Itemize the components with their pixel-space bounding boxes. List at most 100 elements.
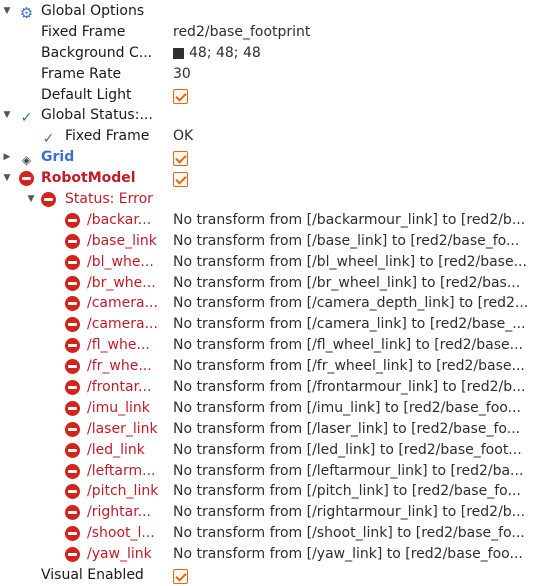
link-name: /shoot_l...: [87, 525, 155, 542]
error-icon: [65, 233, 80, 249]
link-status-row[interactable]: /fl_whe... No transform from [/fl_wheel_l…: [0, 335, 559, 356]
global-options-row[interactable]: ▼ ⚙ Global Options: [0, 1, 559, 22]
link-name: /led_link: [87, 441, 145, 458]
link-error-message: No transform from [/br_wheel_link] to [r…: [173, 274, 521, 291]
link-name: /backar...: [87, 211, 152, 228]
status-fixed-frame-label: Fixed Frame: [65, 128, 150, 145]
grid-display-row[interactable]: ▶ ◈ Grid: [0, 147, 559, 168]
checkmark-icon: ✓: [20, 110, 33, 127]
link-name: /imu_link: [87, 399, 150, 416]
error-icon: [65, 338, 80, 354]
link-status-row[interactable]: /backar... No transform from [/backarmour…: [0, 210, 559, 231]
error-icon: [65, 212, 80, 228]
link-status-row[interactable]: /camera... No transform from [/camera_lin…: [0, 314, 559, 335]
link-name: /yaw_link: [87, 546, 152, 563]
link-name: /base_link: [87, 232, 157, 249]
global-status-row[interactable]: ▼ ✓ Global Status:...: [0, 105, 559, 126]
link-error-message: No transform from [/base_link] to [red2/…: [173, 232, 520, 249]
link-error-message: No transform from [/leftarmour_link] to …: [173, 462, 524, 479]
link-name: /bl_whe...: [87, 253, 154, 270]
error-icon: [65, 296, 80, 312]
background-color-value[interactable]: 48; 48; 48: [189, 43, 261, 64]
triangle-right-icon[interactable]: ▶: [2, 147, 12, 168]
grid-enabled-checkbox[interactable]: [173, 151, 188, 167]
robot-model-label: RobotModel: [41, 170, 136, 187]
robot-model-status-row[interactable]: ▼ Status: Error: [0, 189, 559, 210]
error-icon: [65, 254, 80, 270]
triangle-down-icon[interactable]: ▼: [2, 168, 12, 189]
link-error-message: No transform from [/pitch_link] to [red2…: [173, 483, 521, 500]
error-icon: [65, 547, 80, 563]
error-icon: [65, 463, 80, 479]
link-error-message: No transform from [/bl_wheel_link] to [r…: [173, 253, 527, 270]
error-icon: [65, 505, 80, 521]
link-error-message: No transform from [/camera_link] to [red…: [173, 316, 526, 333]
error-icon: [65, 421, 80, 437]
robot-model-enabled-checkbox[interactable]: [173, 172, 188, 188]
grid-label: Grid: [41, 149, 75, 166]
link-name: /pitch_link: [87, 483, 159, 500]
link-name: /br_whe...: [87, 274, 156, 291]
link-name: /laser_link: [87, 420, 158, 437]
background-color-row[interactable]: Background C... 48; 48; 48: [0, 43, 559, 64]
grid-display-icon: ◈: [21, 153, 32, 168]
link-status-row[interactable]: /bl_whe... No transform from [/bl_wheel_l…: [0, 252, 559, 273]
link-error-message: No transform from [/backarmour_link] to …: [173, 211, 526, 228]
triangle-down-icon[interactable]: ▼: [26, 189, 36, 210]
robot-model-row[interactable]: ▼ RobotModel: [0, 168, 559, 189]
link-status-row[interactable]: /led_link No transform from [/led_link] t…: [0, 440, 559, 461]
link-status-row[interactable]: /br_whe... No transform from [/br_wheel_l…: [0, 273, 559, 294]
link-name: /rightar...: [87, 504, 152, 521]
link-error-message: No transform from [/frontarmour_link] to…: [173, 379, 526, 396]
error-icon: [65, 359, 80, 375]
fixed-frame-label: Fixed Frame: [41, 23, 126, 40]
visual-enabled-row[interactable]: Visual Enabled: [0, 565, 559, 586]
visual-enabled-label: Visual Enabled: [41, 567, 144, 584]
error-icon: [41, 192, 56, 208]
link-status-row[interactable]: /pitch_link No transform from [/pitch_lin…: [0, 481, 559, 502]
link-status-row[interactable]: /frontar... No transform from [/frontarmo…: [0, 377, 559, 398]
global-status-label: Global Status:...: [41, 107, 153, 124]
link-status-row[interactable]: /imu_link No transform from [/imu_link] t…: [0, 398, 559, 419]
link-name: /frontar...: [87, 379, 152, 396]
link-status-list: /backar... No transform from [/backarmour…: [0, 210, 559, 565]
link-status-row[interactable]: /yaw_link No transform from [/yaw_link] t…: [0, 544, 559, 565]
status-fixed-frame-row[interactable]: ✓ Fixed Frame OK: [0, 126, 559, 147]
link-error-message: No transform from [/yaw_link] to [red2/b…: [173, 546, 523, 563]
link-status-row[interactable]: /laser_link No transform from [/laser_lin…: [0, 419, 559, 440]
frame-rate-value[interactable]: 30: [173, 64, 191, 85]
global-options-label: Global Options: [41, 3, 145, 19]
link-name: /camera...: [87, 316, 158, 333]
error-icon: [19, 171, 34, 187]
status-fixed-frame-value: OK: [173, 128, 194, 145]
link-status-row[interactable]: /camera... No transform from [/camera_dep…: [0, 293, 559, 314]
link-status-row[interactable]: /base_link No transform from [/base_link]…: [0, 231, 559, 252]
displays-tree: ▼ ⚙ Global Options Fixed Frame red2/base…: [0, 1, 559, 586]
link-error-message: No transform from [/shoot_link] to [red2…: [173, 525, 525, 542]
link-status-row[interactable]: /rightar... No transform from [/rightarmo…: [0, 502, 559, 523]
visual-enabled-checkbox[interactable]: [173, 569, 188, 585]
link-error-message: No transform from [/fl_wheel_link] to [r…: [173, 337, 523, 354]
link-status-row[interactable]: /leftarm... No transform from [/leftarmou…: [0, 461, 559, 482]
triangle-down-icon[interactable]: ▼: [2, 1, 12, 22]
link-status-row[interactable]: /fr_whe... No transform from [/fr_wheel_l…: [0, 356, 559, 377]
frame-rate-label: Frame Rate: [41, 65, 122, 82]
background-color-label: Background C...: [41, 44, 153, 61]
default-light-row[interactable]: Default Light: [0, 85, 559, 106]
link-name: /fl_whe...: [87, 337, 150, 354]
link-error-message: No transform from [/camera_depth_link] t…: [173, 295, 529, 312]
triangle-down-icon[interactable]: ▼: [2, 105, 12, 126]
fixed-frame-value[interactable]: red2/base_footprint: [173, 22, 310, 43]
link-status-row[interactable]: /shoot_l... No transform from [/shoot_lin…: [0, 523, 559, 544]
error-icon: [65, 400, 80, 416]
color-swatch[interactable]: [173, 47, 184, 59]
frame-rate-row[interactable]: Frame Rate 30: [0, 64, 559, 85]
error-icon: [65, 526, 80, 542]
link-error-message: No transform from [/laser_link] to [red2…: [173, 420, 521, 437]
default-light-checkbox[interactable]: [173, 88, 188, 104]
link-error-message: No transform from [/fr_wheel_link] to [r…: [173, 358, 525, 375]
link-name: /fr_whe...: [87, 358, 152, 375]
checkmark-icon: ✓: [42, 131, 55, 148]
status-error-label: Status: Error: [65, 191, 153, 208]
fixed-frame-row[interactable]: Fixed Frame red2/base_footprint: [0, 22, 559, 43]
